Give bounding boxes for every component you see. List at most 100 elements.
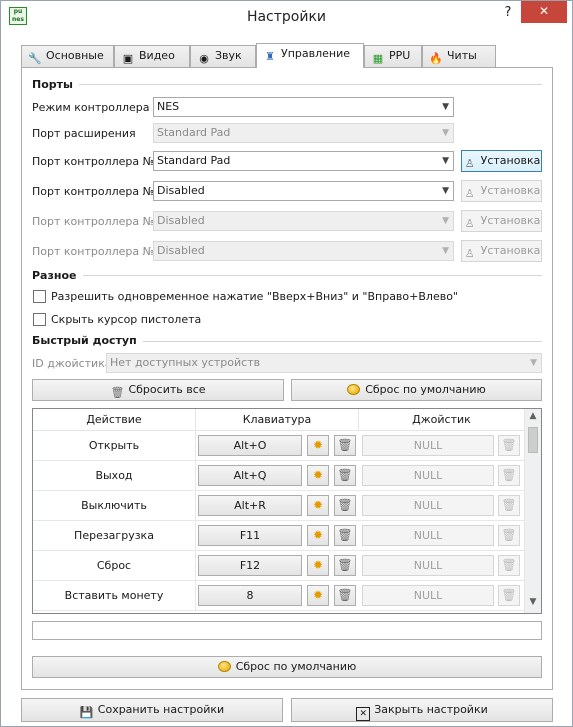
gear-icon: ✹: [312, 588, 324, 602]
table-row: Выключить Alt+R ✹ 🗑 NULL 🗑: [33, 491, 525, 521]
trash-icon: 🗑: [501, 528, 517, 542]
joystick-clear-button[interactable]: 🗑: [498, 435, 520, 456]
port2-setup-button[interactable]: ♙ Установка: [461, 180, 542, 202]
keyboard-clear-button[interactable]: 🗑: [334, 495, 356, 516]
port1-setup-button[interactable]: ♙ Установка: [461, 150, 542, 172]
save-settings-button[interactable]: 💾 Сохранить настройки: [21, 698, 283, 722]
port4-setup-button[interactable]: ♙ Установка: [461, 240, 542, 262]
shortcuts-table: Действие Клавиатура Джойстик Открыть Alt…: [32, 408, 542, 614]
trash-icon: 🗑: [337, 558, 353, 572]
reset-all-button[interactable]: 🗑 Сбросить все: [32, 379, 284, 401]
port3-setup-button[interactable]: ♙ Установка: [461, 210, 542, 232]
action-cell: Сброс: [33, 551, 196, 581]
hide-cursor-checkbox[interactable]: [33, 313, 46, 326]
joystick-binding-button[interactable]: NULL: [362, 555, 494, 576]
keyboard-binding-button[interactable]: F12: [198, 555, 302, 576]
joystick-binding-button[interactable]: NULL: [362, 435, 494, 456]
trash-icon: 🗑: [337, 588, 353, 602]
keyboard-set-button[interactable]: ✹: [307, 465, 329, 486]
gamepad-icon: ♙: [464, 187, 475, 200]
coin-icon: [217, 661, 231, 672]
monitor-icon: ▣: [122, 52, 134, 65]
tab-general[interactable]: 🔧 Основные: [21, 45, 114, 67]
port1-label: Порт контроллера №1: [32, 155, 162, 168]
joystick-clear-button[interactable]: 🗑: [498, 465, 520, 486]
title-bar: pu nes Настройки ? ✕: [1, 1, 572, 33]
controller-mode-select[interactable]: NES ▼: [153, 97, 454, 117]
joystick-clear-button[interactable]: 🗑: [498, 495, 520, 516]
updown-checkbox[interactable]: [33, 290, 46, 303]
keyboard-clear-button[interactable]: 🗑: [334, 585, 356, 606]
port2-label: Порт контроллера №2: [32, 185, 162, 198]
gear-icon: ✹: [312, 498, 324, 512]
joystick-binding-button[interactable]: NULL: [362, 525, 494, 546]
close-settings-button[interactable]: ✕ Закрыть настройки: [291, 698, 553, 722]
shortcut-input[interactable]: [32, 621, 542, 640]
reset-default-button[interactable]: Сброс по умолчанию: [291, 379, 542, 401]
trash-icon: 🗑: [501, 558, 517, 572]
chip-icon: ▦: [372, 52, 384, 65]
controller-mode-label: Режим контроллера: [32, 101, 150, 114]
trash-icon: 🗑: [501, 438, 517, 452]
expansion-port-select[interactable]: Standard Pad ▼: [153, 123, 454, 143]
trash-icon: 🗑: [501, 468, 517, 482]
trash-icon: 🗑: [501, 498, 517, 512]
scroll-up-icon[interactable]: ▲: [525, 411, 541, 425]
port4-label: Порт контроллера №4: [32, 245, 162, 258]
shortcuts-title: Быстрый доступ: [32, 334, 143, 347]
joystick-binding-button[interactable]: NULL: [362, 585, 494, 606]
port1-select[interactable]: Standard Pad ▼: [153, 151, 454, 171]
keyboard-clear-button[interactable]: 🗑: [334, 525, 356, 546]
trash-icon: 🗑: [501, 588, 517, 602]
joystick-clear-button[interactable]: 🗑: [498, 555, 520, 576]
hide-cursor-label: Скрыть курсор пистолета: [51, 313, 202, 326]
keyboard-set-button[interactable]: ✹: [307, 525, 329, 546]
gear-icon: ✹: [312, 438, 324, 452]
table-reset-default-button[interactable]: Сброс по умолчанию: [32, 656, 542, 678]
wrench-icon: 🔧: [28, 52, 42, 65]
ports-divider: [32, 84, 542, 85]
port3-select[interactable]: Disabled ▼: [153, 211, 454, 231]
tab-video[interactable]: ▣ Видео: [114, 45, 190, 67]
tab-cheats[interactable]: 🔥 Читы: [422, 45, 496, 67]
table-scrollbar[interactable]: ▲ ▼: [524, 409, 541, 613]
keyboard-binding-button[interactable]: Alt+R: [198, 495, 302, 516]
table-row: Выход Alt+Q ✹ 🗑 NULL 🗑: [33, 461, 525, 491]
table-row: Сброс F12 ✹ 🗑 NULL 🗑: [33, 551, 525, 581]
gear-icon: ✹: [312, 528, 324, 542]
keyboard-set-button[interactable]: ✹: [307, 555, 329, 576]
keyboard-binding-button[interactable]: Alt+Q: [198, 465, 302, 486]
tab-ppu[interactable]: ▦ PPU: [364, 45, 422, 67]
keyboard-clear-button[interactable]: 🗑: [334, 465, 356, 486]
port3-label: Порт контроллера №3: [32, 215, 162, 228]
tab-sound[interactable]: ◉ Звук: [190, 45, 256, 67]
column-header-joystick: Джойстик: [359, 409, 525, 431]
action-cell: Открыть: [33, 431, 196, 461]
help-button[interactable]: ?: [501, 5, 515, 23]
tab-controls[interactable]: ♜ Управление: [256, 43, 364, 68]
keyboard-binding-button[interactable]: Alt+O: [198, 435, 302, 456]
joystick-id-label: ID джойстика: [32, 357, 112, 370]
keyboard-binding-button[interactable]: 8: [198, 585, 302, 606]
keyboard-set-button[interactable]: ✹: [307, 435, 329, 456]
keyboard-clear-button[interactable]: 🗑: [334, 435, 356, 456]
keyboard-clear-button[interactable]: 🗑: [334, 555, 356, 576]
action-cell: Вставить монету: [33, 581, 196, 611]
keyboard-set-button[interactable]: ✹: [307, 495, 329, 516]
keyboard-set-button[interactable]: ✹: [307, 585, 329, 606]
port4-select[interactable]: Disabled ▼: [153, 241, 454, 261]
joystick-binding-button[interactable]: NULL: [362, 465, 494, 486]
close-window-button[interactable]: ✕: [521, 1, 567, 23]
joystick-clear-button[interactable]: 🗑: [498, 525, 520, 546]
port2-select[interactable]: Disabled ▼: [153, 181, 454, 201]
chevron-down-icon: ▼: [442, 156, 449, 166]
scroll-thumb[interactable]: [528, 427, 538, 453]
joystick-binding-button[interactable]: NULL: [362, 495, 494, 516]
trash-icon: 🗑: [110, 386, 125, 399]
table-row: Перезагрузка F11 ✹ 🗑 NULL 🗑: [33, 521, 525, 551]
keyboard-binding-button[interactable]: F11: [198, 525, 302, 546]
misc-title: Разное: [32, 269, 83, 282]
joystick-clear-button[interactable]: 🗑: [498, 585, 520, 606]
joystick-id-select[interactable]: Нет доступных устройств ▼: [106, 353, 542, 373]
scroll-down-icon[interactable]: ▼: [525, 597, 541, 611]
